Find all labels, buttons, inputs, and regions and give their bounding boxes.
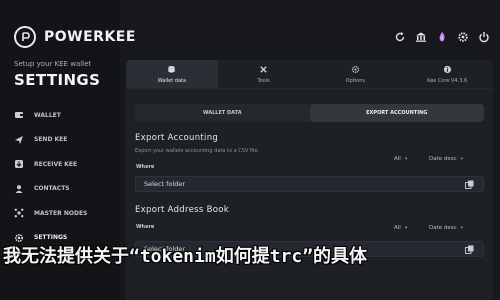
sidebar-item-receive[interactable]: RECEIVE KEE — [14, 152, 114, 176]
tab-label: Kee Core V4.3.6 — [427, 77, 468, 84]
folder-picker[interactable]: Select folder — [135, 176, 484, 192]
wallet-icon — [14, 110, 24, 120]
tab-label: Options — [345, 77, 366, 84]
subtab-export-accounting[interactable]: EXPORT ACCOUNTING — [309, 104, 484, 122]
wallet-flame-icon[interactable] — [435, 30, 448, 43]
sidebar-item-label: SEND KEE — [34, 136, 68, 143]
folder-placeholder: Select folder — [144, 180, 185, 188]
bank-icon[interactable] — [414, 30, 427, 43]
tools-icon — [259, 65, 268, 76]
power-logo-icon — [14, 26, 36, 48]
chevron-down-icon: ▾ — [404, 156, 408, 162]
tab-label: Wallet data — [157, 77, 187, 84]
network-icon — [14, 208, 24, 218]
sidebar-item-label: CONTACTS — [34, 185, 70, 192]
sidebar-item-send[interactable]: SEND KEE — [14, 128, 114, 152]
database-icon — [167, 65, 176, 76]
options-icon — [351, 65, 360, 76]
sort-value: Date desc — [429, 156, 457, 162]
filter-value: All — [394, 156, 401, 162]
chevron-down-icon: ▾ — [460, 225, 464, 231]
refresh-icon[interactable] — [393, 30, 406, 43]
sort-select[interactable]: Date desc ▾ — [429, 156, 463, 162]
where-label: Where — [136, 164, 155, 170]
send-icon — [14, 135, 24, 145]
tab-wallet-data[interactable]: Wallet data — [126, 60, 218, 88]
subtab-bar: WALLET DATA EXPORT ACCOUNTING — [135, 104, 484, 122]
chevron-down-icon: ▾ — [404, 225, 408, 231]
copy-icon — [465, 180, 474, 189]
where-label: Where — [136, 224, 155, 230]
tab-tools[interactable]: Tools — [218, 60, 310, 88]
tab-kee-core[interactable]: Kee Core V4.3.6 — [401, 60, 493, 88]
settings-icon[interactable] — [456, 30, 469, 43]
subtab-wallet-data[interactable]: WALLET DATA — [135, 104, 310, 122]
tab-bar: Wallet data Tools Options Kee Core V4.3.… — [126, 60, 493, 89]
setup-text: Setup your KEE wallet — [14, 60, 92, 68]
sidebar-item-label: WALLET — [34, 111, 61, 119]
filter-select[interactable]: All ▾ — [394, 225, 407, 231]
brand: POWERKEE — [14, 26, 136, 48]
sidebar-item-contacts[interactable]: CONTACTS — [14, 177, 114, 201]
chevron-down-icon: ▾ — [460, 156, 464, 162]
section-title: Export Accounting — [135, 133, 219, 143]
overlay-caption: 我无法提供关于“tokenim如何提trc”的具体 — [3, 246, 368, 267]
tab-options[interactable]: Options — [310, 60, 402, 88]
tab-label: Tools — [257, 77, 270, 84]
sidebar-item-label: MASTER NODES — [34, 209, 88, 217]
receive-icon — [14, 159, 24, 169]
section-title: Export Address Book — [135, 205, 229, 215]
sort-value: Date desc — [429, 225, 457, 231]
sidebar-item-wallet[interactable]: WALLET — [14, 103, 114, 127]
sort-select[interactable]: Date desc ▾ — [429, 225, 463, 231]
export-accounting-section: Export Accounting Export your wallets ac… — [135, 133, 484, 193]
sidebar-item-label: RECEIVE KEE — [34, 160, 78, 168]
page-title: SETTINGS — [14, 71, 101, 89]
top-toolbar — [393, 30, 490, 43]
brand-name: POWERKEE — [44, 29, 136, 45]
power-icon[interactable] — [477, 30, 490, 43]
section-description: Export your wallets accounting data to a… — [135, 148, 260, 154]
filter-value: All — [394, 225, 401, 231]
info-icon — [443, 65, 452, 76]
contacts-icon — [14, 184, 24, 194]
filter-select[interactable]: All ▾ — [394, 156, 407, 162]
sidebar-nav: WALLET SEND KEE RECEIVE KEE CONTACTS MAS… — [14, 103, 114, 250]
sidebar-item-master-nodes[interactable]: MASTER NODES — [14, 201, 114, 225]
